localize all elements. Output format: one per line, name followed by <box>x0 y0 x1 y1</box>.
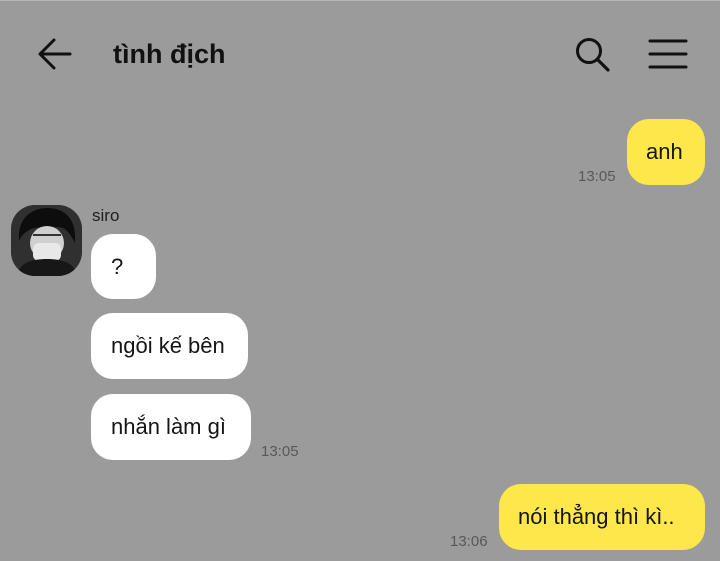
avatar-image <box>11 205 82 276</box>
avatar[interactable] <box>11 205 82 276</box>
message-text: anh <box>646 139 683 164</box>
search-icon[interactable] <box>574 36 612 74</box>
message-bubble-outgoing[interactable]: nói thẳng thì kì.. <box>499 484 705 550</box>
message-bubble-incoming[interactable]: ? <box>91 234 156 299</box>
message-bubble-incoming[interactable]: nhắn làm gì <box>91 394 251 460</box>
arrow-left-icon[interactable] <box>34 36 74 72</box>
message-text: nhắn làm gì <box>111 414 226 439</box>
message-text: nói thẳng thì kì.. <box>518 504 675 529</box>
message-timestamp: 13:06 <box>450 533 488 550</box>
message-bubble-incoming[interactable]: ngồi kế bên <box>91 313 248 379</box>
message-text: ngồi kế bên <box>111 333 225 358</box>
message-timestamp: 13:05 <box>261 443 299 460</box>
hamburger-menu-icon[interactable] <box>648 38 688 70</box>
message-timestamp: 13:05 <box>578 168 616 185</box>
chat-title: tình địch <box>113 39 226 69</box>
message-bubble-outgoing[interactable]: anh <box>627 119 705 185</box>
chat-header: tình địch <box>0 0 720 108</box>
message-text: ? <box>111 254 124 279</box>
sender-name: siro <box>92 206 120 225</box>
